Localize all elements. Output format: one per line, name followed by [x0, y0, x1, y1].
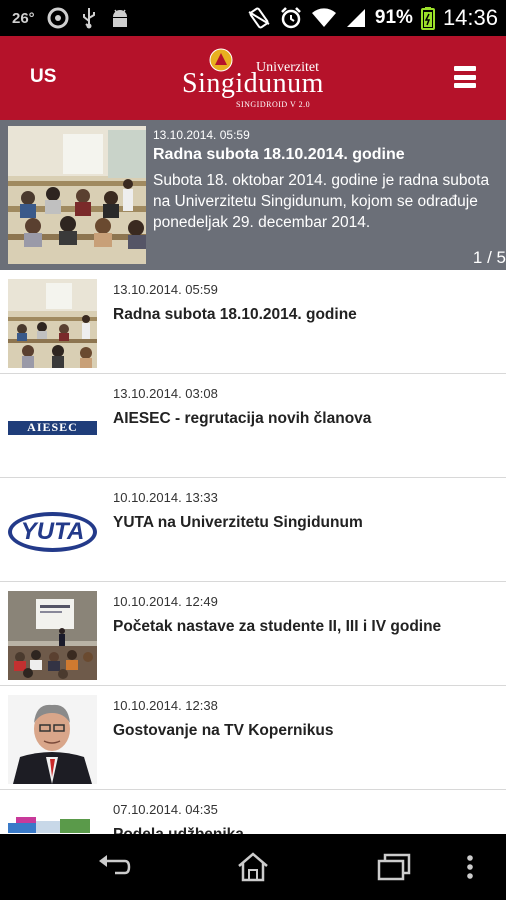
hamburger-menu-icon[interactable] [454, 66, 476, 88]
signal-icon [345, 7, 367, 29]
wifi-icon [311, 7, 337, 29]
vibrate-icon [247, 6, 271, 30]
clock-time: 14:36 [442, 5, 498, 30]
item-date: 13.10.2014. 05:59 [113, 282, 218, 297]
aiesec-logo: AIESEC [8, 420, 97, 435]
item-title: Radna subota 18.10.2014. godine [113, 306, 357, 323]
list-item[interactable]: 10.10.2014. 12:49 Početak nastave za stu… [0, 582, 506, 686]
overflow-menu-icon[interactable] [460, 850, 480, 884]
item-date: 13.10.2014. 03:08 [113, 386, 218, 401]
featured-date: 13.10.2014. 05:59 [153, 128, 250, 142]
alarm-icon [279, 6, 303, 30]
list-item[interactable]: YUTA 10.10.2014. 13:33 YUTA na Univerzit… [0, 478, 506, 582]
item-date: 10.10.2014. 12:38 [113, 698, 218, 713]
home-icon[interactable] [233, 850, 273, 884]
usb-icon [81, 7, 97, 29]
yuta-logo: YUTA [8, 511, 97, 552]
system-nav-bar [0, 834, 506, 900]
featured-classroom-image [8, 126, 146, 264]
featured-summary: Subota 18. oktobar 2014. godine je radna… [153, 172, 490, 231]
item-date: 10.10.2014. 13:33 [113, 490, 218, 505]
lecture-thumbnail [8, 591, 97, 680]
notification-circle-icon [47, 7, 69, 29]
battery-percent: 91% [374, 7, 413, 28]
status-bar: 26° 91% 14:36 [0, 0, 506, 36]
classroom-thumbnail [8, 279, 97, 368]
list-item[interactable]: 13.10.2014. 05:59 Radna subota 18.10.201… [0, 270, 506, 374]
featured-title: Radna subota 18.10.2014. godine [153, 146, 405, 163]
language-switch[interactable]: US [30, 66, 56, 88]
logo-sub-text: SINGIDROID V 2.0 [236, 100, 311, 109]
slider-pager: 1 / 5 [472, 248, 506, 267]
item-date: 07.10.2014. 04:35 [113, 802, 218, 817]
singidunum-logo: Univerzitet Singidunum SINGIDROID V 2.0 [180, 46, 330, 112]
list-item[interactable]: AIESEC 13.10.2014. 03:08 AIESEC - regrut… [0, 374, 506, 478]
item-title: AIESEC - regrutacija novih članova [113, 410, 372, 427]
aiesec-logo-thumbnail: AIESEC [8, 383, 97, 472]
item-date: 10.10.2014. 12:49 [113, 594, 218, 609]
portrait-thumbnail [8, 695, 97, 784]
app-header: US Univerzitet Singidunum SINGIDROID V 2… [0, 36, 506, 120]
android-icon [109, 7, 131, 29]
logo-main-text: Singidunum [182, 68, 324, 99]
item-title: Početak nastave za studente II, III i IV… [113, 618, 442, 635]
item-title: Gostovanje na TV Kopernikus [113, 722, 334, 739]
back-icon[interactable] [93, 850, 133, 884]
featured-slider[interactable]: 13.10.2014. 05:59 Radna subota 18.10.201… [0, 120, 506, 270]
recent-apps-icon[interactable] [374, 850, 414, 884]
item-title: YUTA na Univerzitetu Singidunum [113, 514, 363, 531]
temperature-text: 26° [12, 9, 35, 27]
yuta-logo-thumbnail: YUTA [8, 487, 97, 576]
list-item[interactable]: 10.10.2014. 12:38 Gostovanje na TV Koper… [0, 686, 506, 790]
battery-icon [420, 6, 435, 30]
news-list: 13.10.2014. 05:59 Radna subota 18.10.201… [0, 270, 506, 894]
